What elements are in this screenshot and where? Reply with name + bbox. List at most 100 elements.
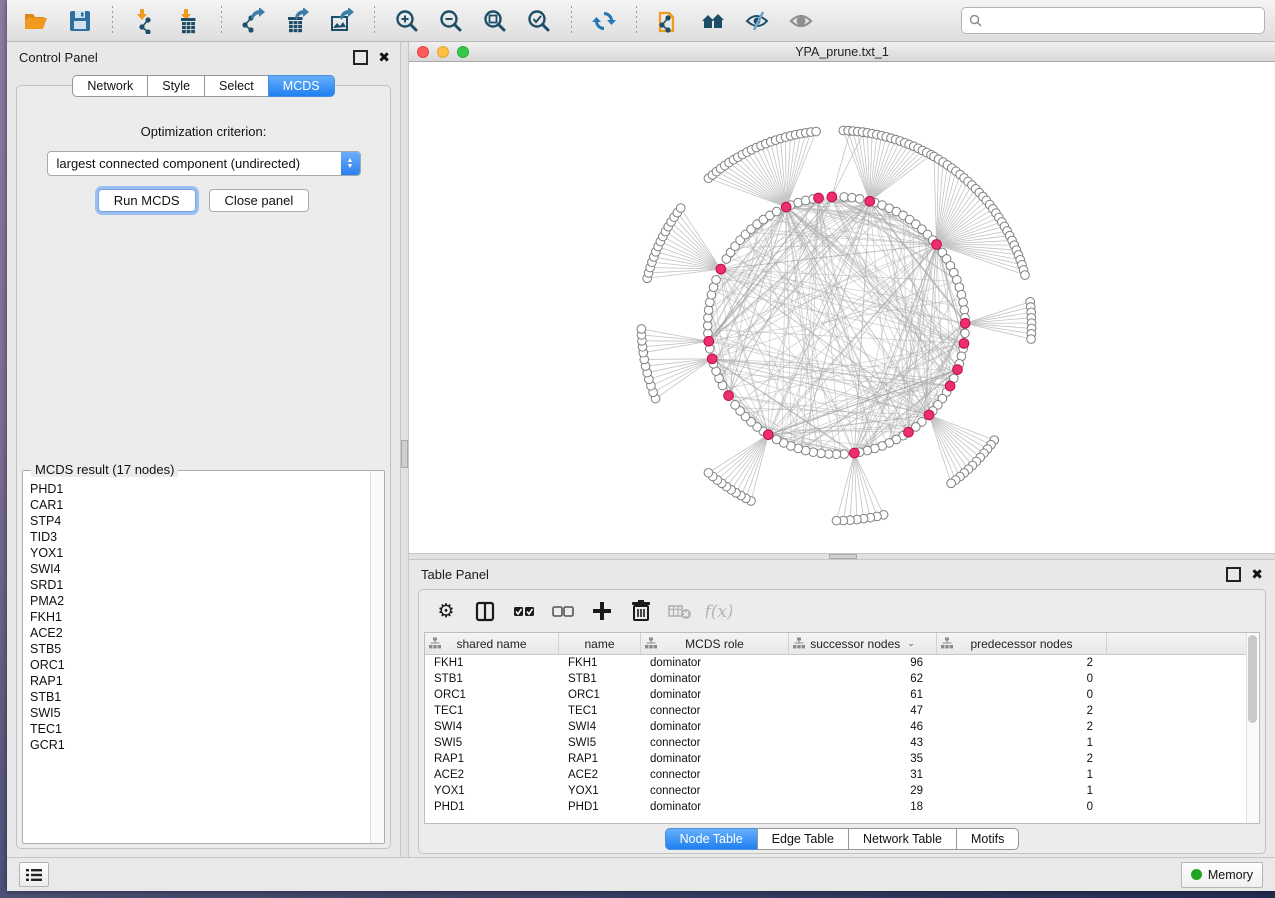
mcds-node[interactable] <box>945 381 955 391</box>
mcds-node[interactable] <box>953 365 963 375</box>
network-graph[interactable] <box>409 62 1275 561</box>
table-scrollbar[interactable] <box>1246 633 1259 823</box>
mcds-result-item[interactable]: TID3 <box>30 529 370 545</box>
export-table-button[interactable] <box>279 5 317 37</box>
mcds-result-item[interactable]: RAP1 <box>30 673 370 689</box>
mcds-result-item[interactable]: GCR1 <box>30 737 370 753</box>
mcds-node[interactable] <box>924 410 934 420</box>
optimization-criterion-select[interactable]: largest connected component (undirected)… <box>47 151 361 176</box>
zoom-out-button[interactable] <box>432 5 470 37</box>
mcds-result-item[interactable]: SWI4 <box>30 561 370 577</box>
vertical-splitter[interactable] <box>400 42 409 857</box>
close-panel-button[interactable]: Close panel <box>209 189 310 212</box>
splitter-handle[interactable] <box>829 554 857 559</box>
mcds-result-list[interactable]: PHD1CAR1STP4TID3YOX1SWI4SRD1PMA2FKH1ACE2… <box>23 471 370 843</box>
table-row[interactable]: TEC1TEC1connector472 <box>425 703 1246 719</box>
tab-edge-table[interactable]: Edge Table <box>757 828 848 850</box>
mcds-node[interactable] <box>704 336 714 346</box>
tab-style[interactable]: Style <box>147 75 204 97</box>
delete-column-button[interactable] <box>626 596 656 626</box>
memory-button[interactable]: Memory <box>1181 862 1263 888</box>
table-row[interactable]: STB1STB1dominator620 <box>425 671 1246 687</box>
mcds-node[interactable] <box>959 339 969 349</box>
mcds-node[interactable] <box>827 192 837 202</box>
column-header-predecessor-nodes[interactable]: predecessor nodes <box>937 633 1107 654</box>
mcds-node[interactable] <box>865 196 875 206</box>
mcds-result-item[interactable]: PMA2 <box>30 593 370 609</box>
zoom-selected-button[interactable] <box>520 5 558 37</box>
mcds-result-item[interactable]: YOX1 <box>30 545 370 561</box>
mcds-node[interactable] <box>763 430 773 440</box>
select-all-button[interactable] <box>509 596 539 626</box>
show-column-button[interactable] <box>470 596 500 626</box>
mcds-node[interactable] <box>716 264 726 274</box>
add-column-button[interactable] <box>587 596 617 626</box>
mcds-result-item[interactable]: STB5 <box>30 641 370 657</box>
float-panel-icon[interactable] <box>1226 567 1241 582</box>
mcds-result-item[interactable]: ACE2 <box>30 625 370 641</box>
open-file-button[interactable] <box>17 5 55 37</box>
mcds-result-item[interactable]: CAR1 <box>30 497 370 513</box>
column-header-name[interactable]: name <box>559 633 641 654</box>
share-document-button[interactable] <box>650 5 688 37</box>
tab-mcds[interactable]: MCDS <box>268 75 335 97</box>
horizontal-splitter[interactable] <box>409 553 1275 560</box>
export-image-button[interactable] <box>323 5 361 37</box>
mcds-node[interactable] <box>960 318 970 328</box>
mcds-node[interactable] <box>781 202 791 212</box>
deselect-all-button[interactable] <box>548 596 578 626</box>
mcds-result-item[interactable]: SRD1 <box>30 577 370 593</box>
network-canvas[interactable] <box>409 62 1275 553</box>
table-row[interactable]: ORC1ORC1dominator610 <box>425 687 1246 703</box>
task-history-button[interactable] <box>19 862 49 887</box>
splitter-handle[interactable] <box>401 440 408 468</box>
run-mcds-button[interactable]: Run MCDS <box>98 189 196 212</box>
table-row[interactable]: PHD1PHD1dominator180 <box>425 799 1246 815</box>
mcds-node[interactable] <box>904 427 914 437</box>
zoom-fit-button[interactable] <box>476 5 514 37</box>
table-settings-button[interactable]: ⚙ <box>431 596 461 626</box>
mcds-result-item[interactable]: FKH1 <box>30 609 370 625</box>
tab-motifs[interactable]: Motifs <box>956 828 1019 850</box>
close-panel-icon[interactable]: ✖ <box>1251 569 1263 580</box>
table-row[interactable]: YOX1YOX1connector291 <box>425 783 1246 799</box>
tab-network-table[interactable]: Network Table <box>848 828 956 850</box>
hide-graphics-details-button[interactable] <box>738 5 776 37</box>
save-session-button[interactable] <box>61 5 99 37</box>
column-header-shared-name[interactable]: shared name <box>425 633 559 654</box>
table-row[interactable]: FKH1FKH1dominator962 <box>425 655 1246 671</box>
float-panel-icon[interactable] <box>353 50 368 65</box>
mcds-node[interactable] <box>724 391 734 401</box>
column-header-MCDS-role[interactable]: MCDS role <box>641 633 789 654</box>
mcds-result-item[interactable]: ORC1 <box>30 657 370 673</box>
import-table-button[interactable] <box>170 5 208 37</box>
mcds-result-item[interactable]: SWI5 <box>30 705 370 721</box>
close-panel-icon[interactable]: ✖ <box>378 52 390 63</box>
mcds-list-scrollbar[interactable] <box>370 471 384 843</box>
tab-select[interactable]: Select <box>204 75 268 97</box>
import-network-button[interactable] <box>126 5 164 37</box>
network-overview-button[interactable] <box>694 5 732 37</box>
tab-network[interactable]: Network <box>72 75 147 97</box>
search-box[interactable] <box>961 7 1265 34</box>
mcds-node[interactable] <box>850 448 860 458</box>
refresh-button[interactable] <box>585 5 623 37</box>
table-row[interactable]: SWI4SWI4dominator462 <box>425 719 1246 735</box>
mcds-node[interactable] <box>814 193 824 203</box>
mcds-node[interactable] <box>707 354 717 364</box>
mcds-node[interactable] <box>932 240 942 250</box>
column-header-successor-nodes[interactable]: successor nodes⌄ <box>789 633 937 654</box>
zoom-in-button[interactable] <box>388 5 426 37</box>
scrollbar-thumb[interactable] <box>1248 635 1257 723</box>
table-row[interactable]: SWI5SWI5connector431 <box>425 735 1246 751</box>
tab-node-table[interactable]: Node Table <box>665 828 757 850</box>
search-input[interactable] <box>987 12 1257 29</box>
table-row[interactable]: ACE2ACE2connector311 <box>425 767 1246 783</box>
mcds-result-item[interactable]: PHD1 <box>30 481 370 497</box>
mcds-result-item[interactable]: STP4 <box>30 513 370 529</box>
mcds-result-item[interactable]: STB1 <box>30 689 370 705</box>
show-graphics-details-button[interactable] <box>782 5 820 37</box>
mcds-result-item[interactable]: TEC1 <box>30 721 370 737</box>
table-row[interactable]: RAP1RAP1dominator352 <box>425 751 1246 767</box>
export-network-button[interactable] <box>235 5 273 37</box>
